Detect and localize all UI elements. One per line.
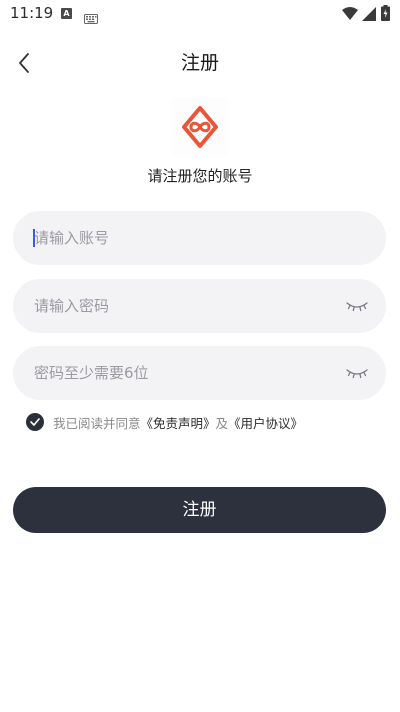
agreement-row: 我已阅读并同意《免责声明》及《用户协议》 <box>26 412 303 432</box>
page-subtitle: 请注册您的账号 <box>147 167 253 185</box>
terms-link[interactable]: 《用户协议》 <box>228 416 303 431</box>
agreement-text: 我已阅读并同意《免责声明》及《用户协议》 <box>53 413 303 432</box>
status-bar: 11:19 A <box>0 0 400 28</box>
notification-a-icon: A <box>61 8 72 19</box>
password-input[interactable] <box>13 279 386 333</box>
confirm-visibility-toggle[interactable] <box>346 365 368 379</box>
agreement-prefix: 我已阅读并同意 <box>53 415 141 431</box>
signal-icon <box>362 6 376 25</box>
text-caret <box>33 229 35 247</box>
eye-closed-icon <box>346 302 368 312</box>
infinity-diamond-logo-icon <box>182 106 218 148</box>
password-field[interactable] <box>13 279 386 333</box>
confirm-password-field[interactable] <box>13 346 386 400</box>
eye-closed-icon <box>346 369 368 379</box>
keyboard-icon <box>84 9 98 28</box>
page-title: 注册 <box>180 52 219 74</box>
app-logo <box>171 98 229 156</box>
check-icon <box>30 418 40 426</box>
agreement-checkbox[interactable] <box>26 413 44 431</box>
wifi-icon <box>342 6 358 25</box>
battery-icon <box>381 5 390 25</box>
account-input[interactable] <box>13 211 386 265</box>
disclaimer-link[interactable]: 《免责声明》 <box>141 416 216 431</box>
agreement-connector: 及 <box>215 415 229 431</box>
register-button[interactable]: 注册 <box>13 487 386 533</box>
account-field[interactable] <box>13 211 386 265</box>
status-time: 11:19 <box>10 4 54 22</box>
confirm-password-input[interactable] <box>13 346 386 400</box>
password-visibility-toggle[interactable] <box>346 298 368 312</box>
